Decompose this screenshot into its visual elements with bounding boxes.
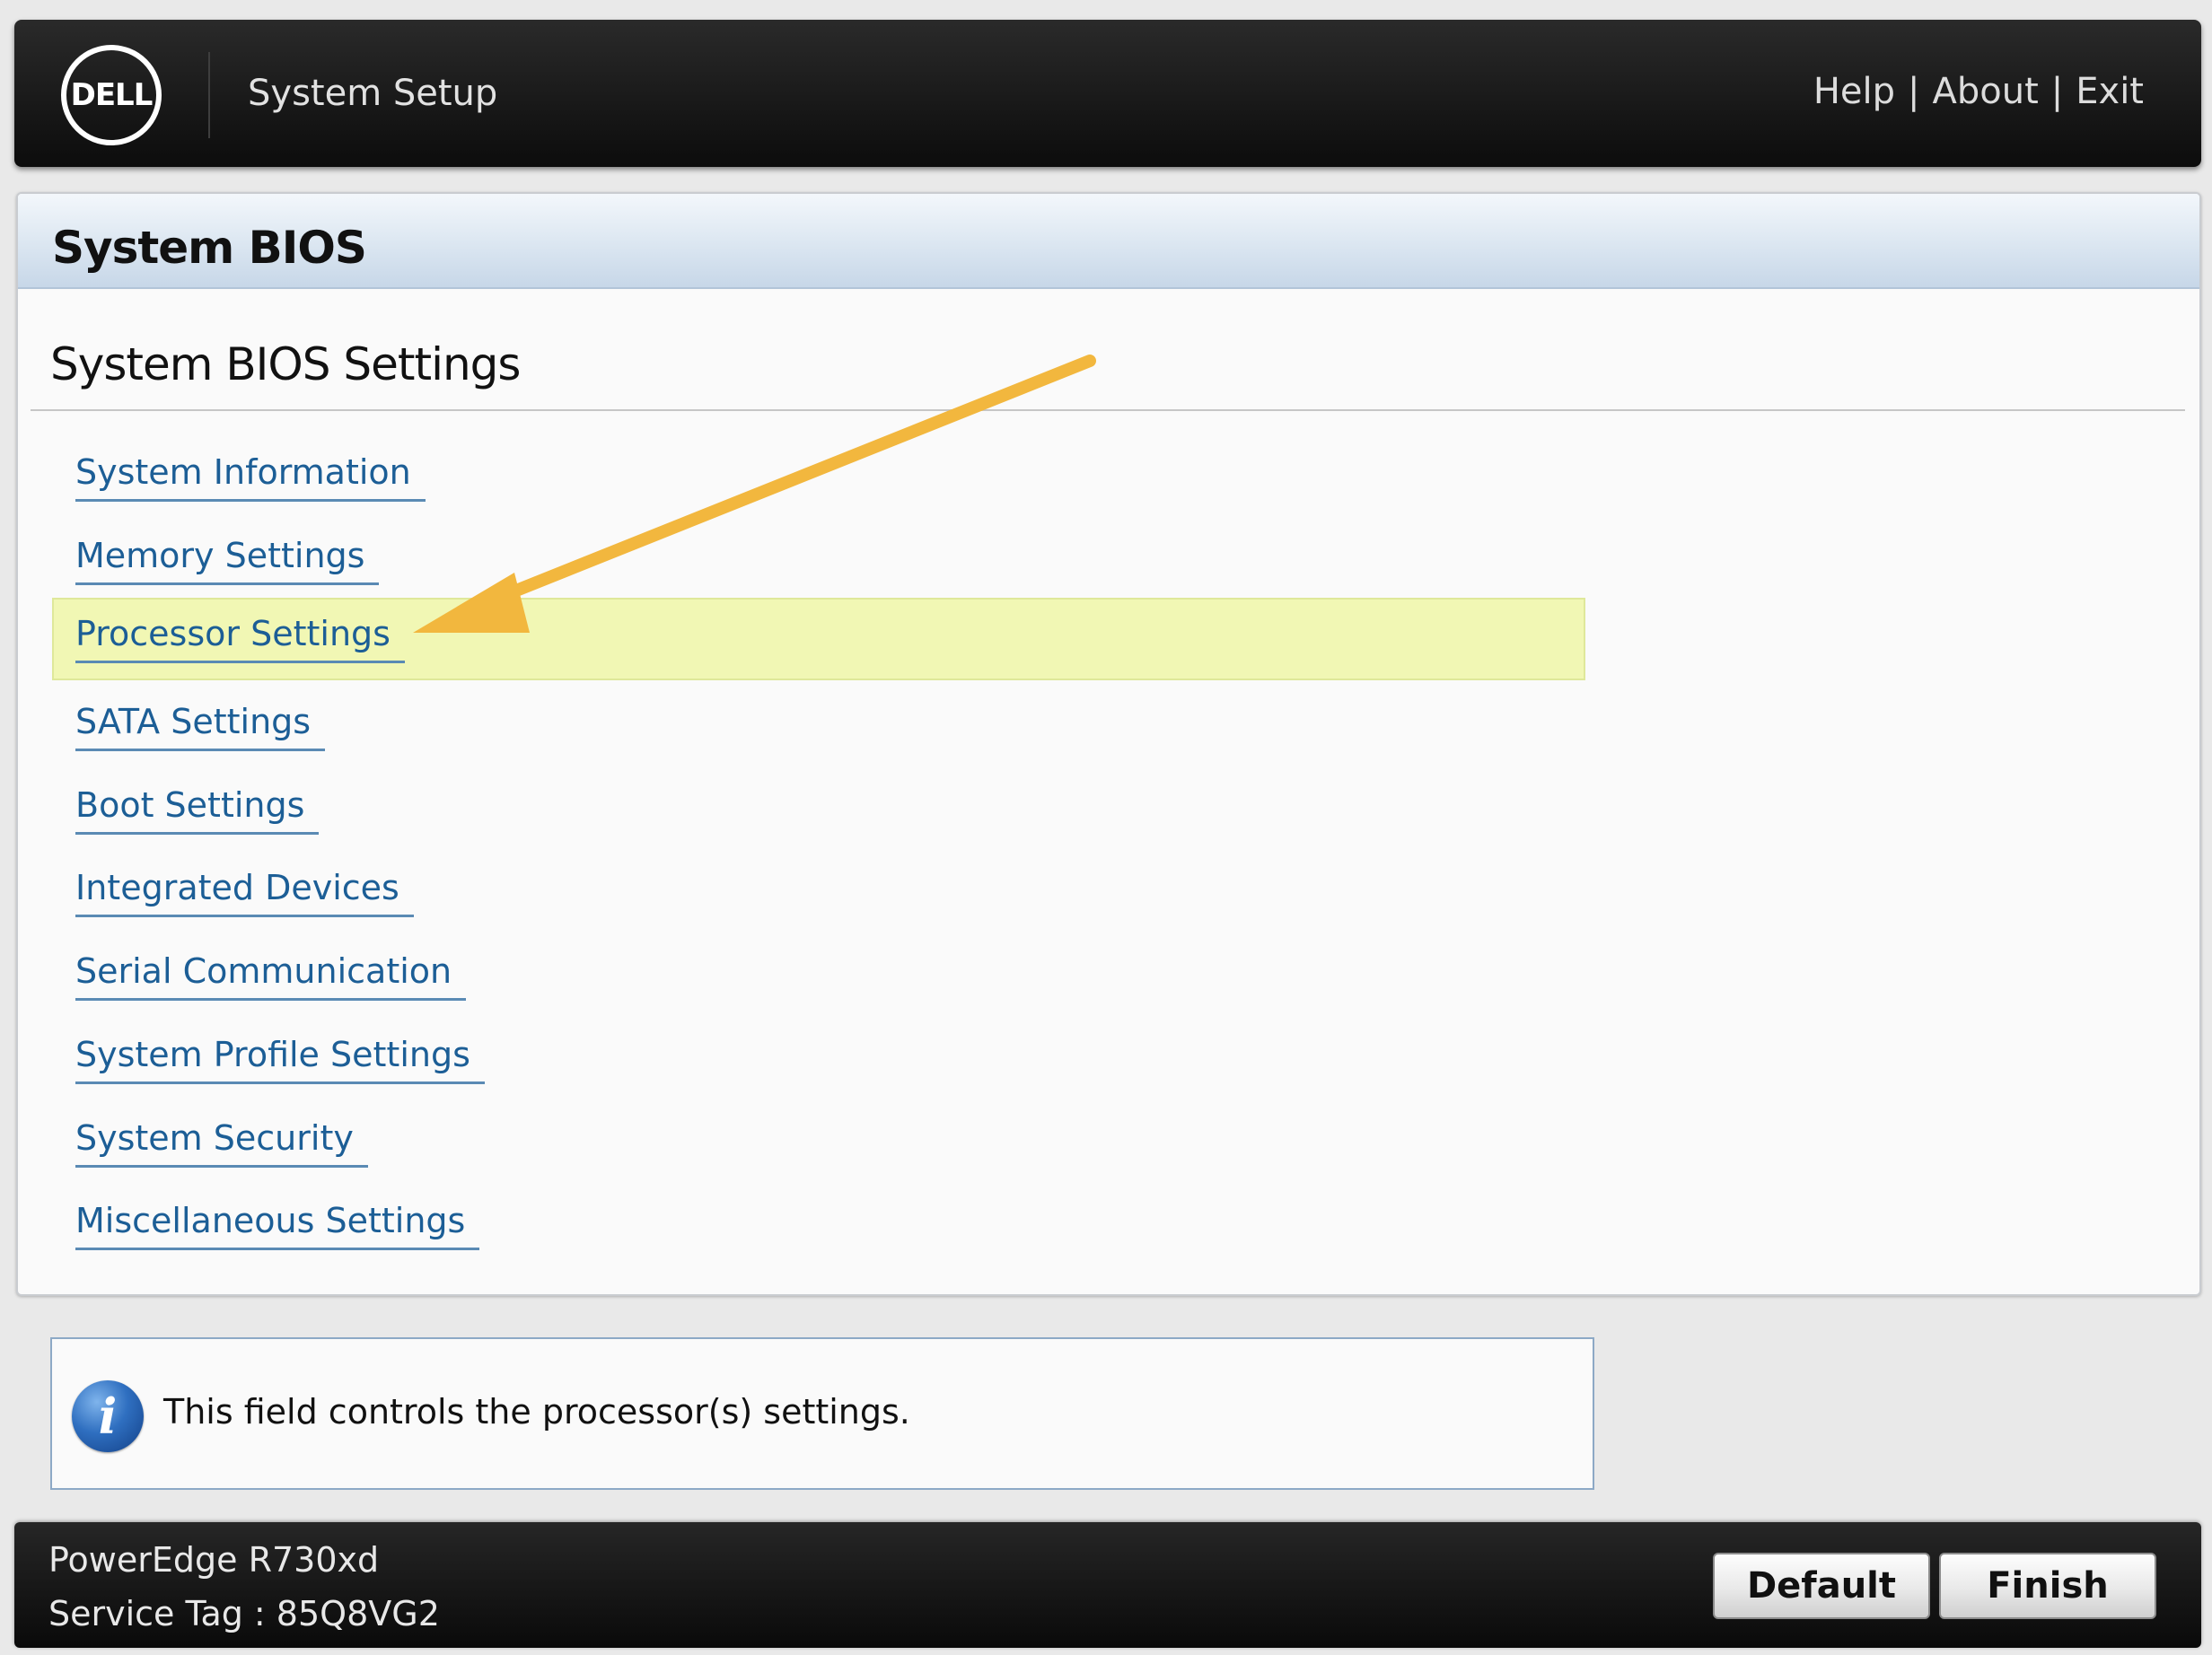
menu-link-label[interactable]: Miscellaneous Settings — [75, 1199, 480, 1250]
system-bios-panel: System BIOS System BIOS Settings System … — [16, 192, 2201, 1296]
menu-item-boot-settings[interactable]: Boot Settings — [52, 769, 1585, 852]
menu-item-serial-communication[interactable]: Serial Communication — [52, 935, 1585, 1018]
default-button[interactable]: Default — [1713, 1553, 1930, 1619]
section-divider — [31, 409, 2185, 411]
help-link[interactable]: Help — [1813, 68, 1895, 115]
dell-logo: DELL — [61, 45, 162, 145]
menu-link-label[interactable]: Memory Settings — [75, 534, 380, 585]
menu-item-system-security[interactable]: System Security — [52, 1102, 1585, 1185]
menu-link-label[interactable]: Processor Settings — [75, 612, 405, 663]
top-header-bar: DELL System Setup Help | About | Exit — [14, 20, 2201, 167]
menu-link-label[interactable]: Boot Settings — [75, 784, 320, 835]
help-text: This field controls the processor(s) set… — [163, 1392, 910, 1432]
system-model: PowerEdge R730xd — [48, 1540, 380, 1580]
page-title: System BIOS — [52, 222, 367, 274]
exit-link[interactable]: Exit — [2076, 68, 2144, 115]
menu-link-label[interactable]: System Security — [75, 1116, 368, 1168]
link-separator: | — [1908, 71, 1920, 112]
header-divider — [208, 52, 210, 138]
app-title: System Setup — [248, 73, 498, 114]
menu-link-label[interactable]: System Profile Settings — [75, 1033, 485, 1084]
menu-item-sata-settings[interactable]: SATA Settings — [52, 686, 1585, 768]
menu-item-integrated-devices[interactable]: Integrated Devices — [52, 852, 1585, 934]
about-link[interactable]: About — [1933, 68, 2039, 115]
menu-item-miscellaneous-settings[interactable]: Miscellaneous Settings — [52, 1185, 1585, 1267]
menu-link-label[interactable]: Serial Communication — [75, 950, 467, 1001]
menu-item-system-information[interactable]: System Information — [52, 436, 1585, 519]
finish-button[interactable]: Finish — [1939, 1553, 2156, 1619]
help-info-box: i This field controls the processor(s) s… — [50, 1337, 1594, 1490]
bios-setup-screen: DELL System Setup Help | About | Exit System… — [0, 0, 2212, 1655]
menu-item-memory-settings[interactable]: Memory Settings — [52, 520, 1585, 602]
dell-logo-text: DELL — [70, 77, 154, 113]
menu-item-system-profile-settings[interactable]: System Profile Settings — [52, 1019, 1585, 1101]
info-icon: i — [72, 1380, 144, 1452]
section-title: System BIOS Settings — [50, 338, 521, 390]
menu-link-label[interactable]: Integrated Devices — [75, 866, 414, 917]
header-links: Help | About | Exit — [1813, 68, 2144, 115]
menu-link-label[interactable]: SATA Settings — [75, 700, 326, 751]
service-tag: Service Tag : 85Q8VG2 — [48, 1594, 440, 1633]
link-separator: | — [2050, 71, 2064, 112]
bottom-footer-bar: PowerEdge R730xd Service Tag : 85Q8VG2 D… — [14, 1522, 2201, 1648]
menu-link-label[interactable]: System Information — [75, 451, 426, 502]
panel-header: System BIOS — [18, 194, 2199, 289]
menu-item-processor-settings[interactable]: Processor Settings — [52, 598, 1585, 680]
